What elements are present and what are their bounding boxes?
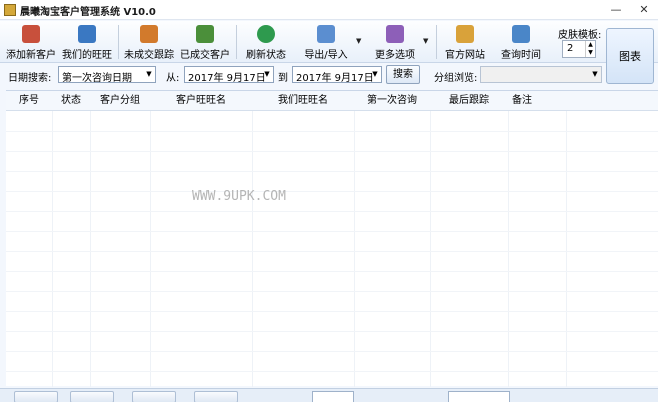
- grid-line: [6, 271, 658, 272]
- skin-label: 皮肤模板:: [558, 30, 602, 41]
- customer-table[interactable]: 序号 状态 客户分组 客户旺旺名 我们旺旺名 第一次咨询 最后跟踪 备注 WWW…: [6, 90, 658, 387]
- column-header[interactable]: 我们旺旺名: [252, 91, 354, 111]
- minimize-button[interactable]: —: [602, 0, 630, 20]
- chart-button[interactable]: 图表: [606, 28, 654, 84]
- from-label: 从:: [166, 73, 180, 84]
- column-header[interactable]: 第一次咨询: [354, 91, 430, 111]
- first-page-button[interactable]: [14, 391, 58, 402]
- watermark: WWW.9UPK.COM: [192, 189, 286, 204]
- grid-line: [52, 111, 53, 387]
- grid-line: [6, 311, 658, 312]
- to-date-picker[interactable]: 2017年 9月17日 ▼: [292, 66, 382, 84]
- toolbar-separator: [118, 25, 119, 59]
- column-header[interactable]: 状态: [52, 91, 90, 111]
- column-header[interactable]: 序号: [6, 91, 52, 111]
- more-options-button[interactable]: 更多选项: [370, 23, 420, 61]
- add-customer-icon: [22, 25, 40, 43]
- skin-stepper[interactable]: 2 ▲ ▼: [562, 40, 596, 58]
- table-header: 序号 状态 客户分组 客户旺旺名 我们旺旺名 第一次咨询 最后跟踪 备注: [6, 91, 658, 111]
- closed-deal-button[interactable]: 已成交客户: [178, 23, 232, 61]
- add-customer-button[interactable]: 添加新客户: [4, 23, 58, 61]
- website-icon: [456, 25, 474, 43]
- our-wangwang-button[interactable]: 我们的旺旺: [60, 23, 114, 61]
- query-time-icon: [512, 25, 530, 43]
- close-button[interactable]: ✕: [630, 0, 658, 20]
- grid-line: [6, 231, 658, 232]
- column-header[interactable]: 客户旺旺名: [150, 91, 252, 111]
- prev-page-button[interactable]: [70, 391, 114, 402]
- grid-line: [6, 371, 658, 372]
- search-button[interactable]: 搜索: [386, 65, 420, 84]
- pending-deal-icon: [140, 25, 158, 43]
- grid-line: [6, 351, 658, 352]
- group-browse-label: 分组浏览:: [434, 73, 478, 84]
- more-options-label: 更多选项: [375, 50, 415, 61]
- our-wangwang-label: 我们的旺旺: [62, 50, 112, 61]
- refresh-button[interactable]: 刷新状态: [240, 23, 292, 61]
- import-export-dropdown-icon[interactable]: ▼: [356, 37, 361, 45]
- import-export-label: 导出/导入: [304, 50, 348, 61]
- title-bar: 晨曦淘宝客户管理系统 V10.0 — ✕: [0, 0, 658, 20]
- chevron-down-icon: ▼: [592, 70, 598, 78]
- chevron-down-icon: ▼: [146, 70, 152, 78]
- grid-line: [6, 191, 658, 192]
- add-customer-label: 添加新客户: [6, 50, 56, 61]
- page-size-input[interactable]: [448, 391, 510, 402]
- grid-line: [6, 251, 658, 252]
- pending-deal-button[interactable]: 未成交跟踪: [122, 23, 176, 61]
- grid-line: [6, 331, 658, 332]
- window-title: 晨曦淘宝客户管理系统 V10.0: [20, 7, 156, 18]
- column-header[interactable]: 客户分组: [90, 91, 150, 111]
- spin-up-icon[interactable]: ▲: [585, 41, 595, 49]
- column-header[interactable]: 备注: [508, 91, 536, 111]
- grid-line: [430, 111, 431, 387]
- refresh-icon: [257, 25, 275, 43]
- query-time-label: 查询时间: [501, 50, 541, 61]
- spin-down-icon[interactable]: ▼: [585, 49, 595, 57]
- more-options-icon: [386, 25, 404, 43]
- grid-line: [6, 291, 658, 292]
- grid-line: [150, 111, 151, 387]
- from-date-picker[interactable]: 2017年 9月17日 ▼: [184, 66, 274, 84]
- import-export-button[interactable]: 导出/导入: [298, 23, 354, 61]
- grid-line: [6, 171, 658, 172]
- from-date-value: 2017年 9月17日: [188, 73, 266, 84]
- to-label: 到: [278, 73, 288, 84]
- website-label: 官方网站: [445, 50, 485, 61]
- group-select[interactable]: ▼: [480, 66, 602, 83]
- last-page-button[interactable]: [194, 391, 238, 402]
- website-button[interactable]: 官方网站: [440, 23, 490, 61]
- app-icon: [4, 4, 16, 16]
- import-export-icon: [317, 25, 335, 43]
- pager-bar: [0, 388, 658, 402]
- user-icon: [78, 25, 96, 43]
- chevron-down-icon: ▼: [264, 70, 270, 78]
- column-header[interactable]: 最后跟踪: [430, 91, 508, 111]
- grid-line: [6, 151, 658, 152]
- filter-bar: 日期搜索: 第一次咨询日期 ▼ 从: 2017年 9月17日 ▼ 到 2017年…: [0, 64, 604, 86]
- grid-line: [354, 111, 355, 387]
- query-time-button[interactable]: 查询时间: [496, 23, 546, 61]
- grid-line: [566, 111, 567, 387]
- skin-value: 2: [567, 43, 574, 54]
- grid-line: [252, 111, 253, 387]
- to-date-value: 2017年 9月17日: [296, 73, 374, 84]
- more-options-dropdown-icon[interactable]: ▼: [423, 37, 428, 45]
- grid-line: [508, 111, 509, 387]
- chevron-down-icon: ▼: [372, 70, 378, 78]
- date-search-label: 日期搜索:: [8, 73, 52, 84]
- pending-deal-label: 未成交跟踪: [124, 50, 174, 61]
- closed-deal-icon: [196, 25, 214, 43]
- refresh-label: 刷新状态: [246, 50, 286, 61]
- toolbar-separator: [436, 25, 437, 59]
- next-page-button[interactable]: [132, 391, 176, 402]
- page-input[interactable]: [312, 391, 354, 402]
- toolbar-separator: [236, 25, 237, 59]
- date-type-select[interactable]: 第一次咨询日期 ▼: [58, 66, 156, 84]
- closed-deal-label: 已成交客户: [180, 50, 230, 61]
- date-type-value: 第一次咨询日期: [62, 73, 132, 84]
- grid-line: [6, 211, 658, 212]
- grid-line: [90, 111, 91, 387]
- grid-line: [6, 131, 658, 132]
